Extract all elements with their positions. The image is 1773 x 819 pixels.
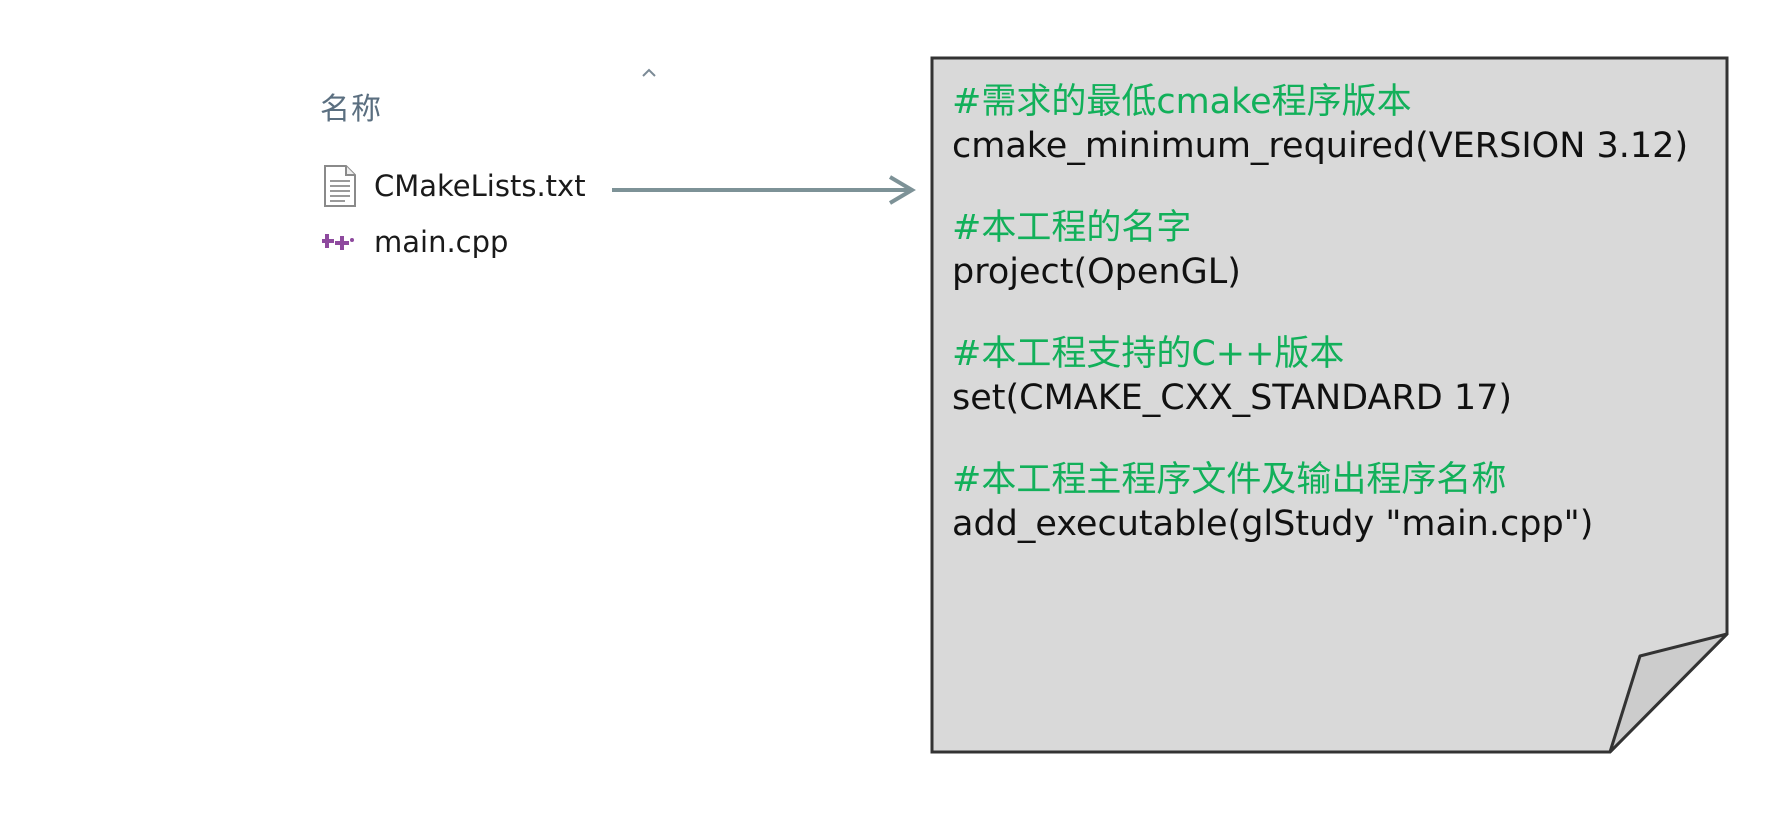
note-block-cxx-standard: #本工程支持的C++版本 set(CMAKE_CXX_STANDARD 17) [952, 332, 1712, 420]
file-item-cmakelists[interactable]: CMakeLists.txt [320, 162, 586, 210]
note-block-project: #本工程的名字 project(OpenGL) [952, 206, 1712, 294]
name-column-header[interactable]: 名称 [320, 84, 382, 128]
file-item-main-cpp[interactable]: main.cpp [320, 218, 508, 266]
note-content: #需求的最低cmake程序版本 cmake_minimum_required(V… [952, 80, 1712, 584]
comment-line: #本工程支持的C++版本 [952, 334, 1345, 374]
comment-line: #本工程的名字 [952, 208, 1192, 248]
note-block-executable: #本工程主程序文件及输出程序名称 add_executable(glStudy … [952, 458, 1712, 546]
note-block-version: #需求的最低cmake程序版本 cmake_minimum_required(V… [952, 80, 1712, 168]
code-line: project(OpenGL) [952, 252, 1241, 292]
code-line: cmake_minimum_required(VERSION 3.12) [952, 126, 1689, 166]
text-file-icon [320, 163, 360, 209]
file-name-main-cpp: main.cpp [374, 225, 509, 259]
code-line: set(CMAKE_CXX_STANDARD 17) [952, 378, 1513, 418]
file-explorer: 名称 CMakeLists.txt main.cpp [0, 0, 900, 819]
file-name-cmakelists: CMakeLists.txt [374, 169, 586, 203]
comment-line: #本工程主程序文件及输出程序名称 [952, 460, 1507, 500]
cmakelists-note: #需求的最低cmake程序版本 cmake_minimum_required(V… [930, 56, 1730, 754]
comment-line: #需求的最低cmake程序版本 [952, 82, 1412, 122]
cpp-file-icon [320, 219, 360, 265]
arrow-right-icon [612, 175, 916, 205]
code-line: add_executable(glStudy "main.cpp") [952, 504, 1594, 544]
chevron-up-icon[interactable] [640, 64, 658, 82]
